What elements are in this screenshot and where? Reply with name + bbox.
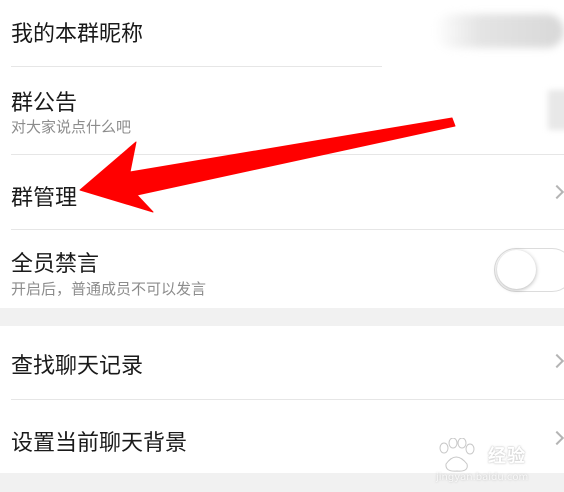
chat-background-label: 设置当前聊天背景 <box>11 431 188 456</box>
mute-all-row: 全员禁言 开启后，普通成员不可以发言 <box>0 230 564 308</box>
nickname-row[interactable]: 我的本群昵称 <box>0 0 564 66</box>
search-history-label: 查找聊天记录 <box>11 354 144 379</box>
group-management-label: 群管理 <box>11 186 78 211</box>
chevron-right-icon <box>549 353 564 369</box>
watermark-url: jingyan.baidu.com <box>436 472 529 483</box>
mute-all-toggle[interactable] <box>494 248 564 292</box>
watermark: 经验 jingyan.baidu.com <box>432 432 560 488</box>
group-management-row[interactable]: 群管理 <box>0 155 564 229</box>
watermark-text: 经验 <box>488 446 526 467</box>
toggle-knob <box>497 250 536 289</box>
nickname-label: 我的本群昵称 <box>11 22 144 47</box>
announcement-thumbnail-blurred <box>548 90 564 130</box>
chevron-right-icon <box>549 184 564 200</box>
mute-all-label: 全员禁言 <box>11 252 100 277</box>
announcement-row[interactable]: 群公告 对大家说点什么吧 <box>0 67 564 154</box>
announcement-sublabel: 对大家说点什么吧 <box>11 118 132 136</box>
search-history-row[interactable]: 查找聊天记录 <box>0 326 564 399</box>
nickname-value-blurred <box>434 14 564 48</box>
paw-icon <box>439 438 475 472</box>
section-gap <box>0 308 564 326</box>
announcement-label: 群公告 <box>11 91 78 116</box>
mute-all-sublabel: 开启后，普通成员不可以发言 <box>11 280 207 298</box>
